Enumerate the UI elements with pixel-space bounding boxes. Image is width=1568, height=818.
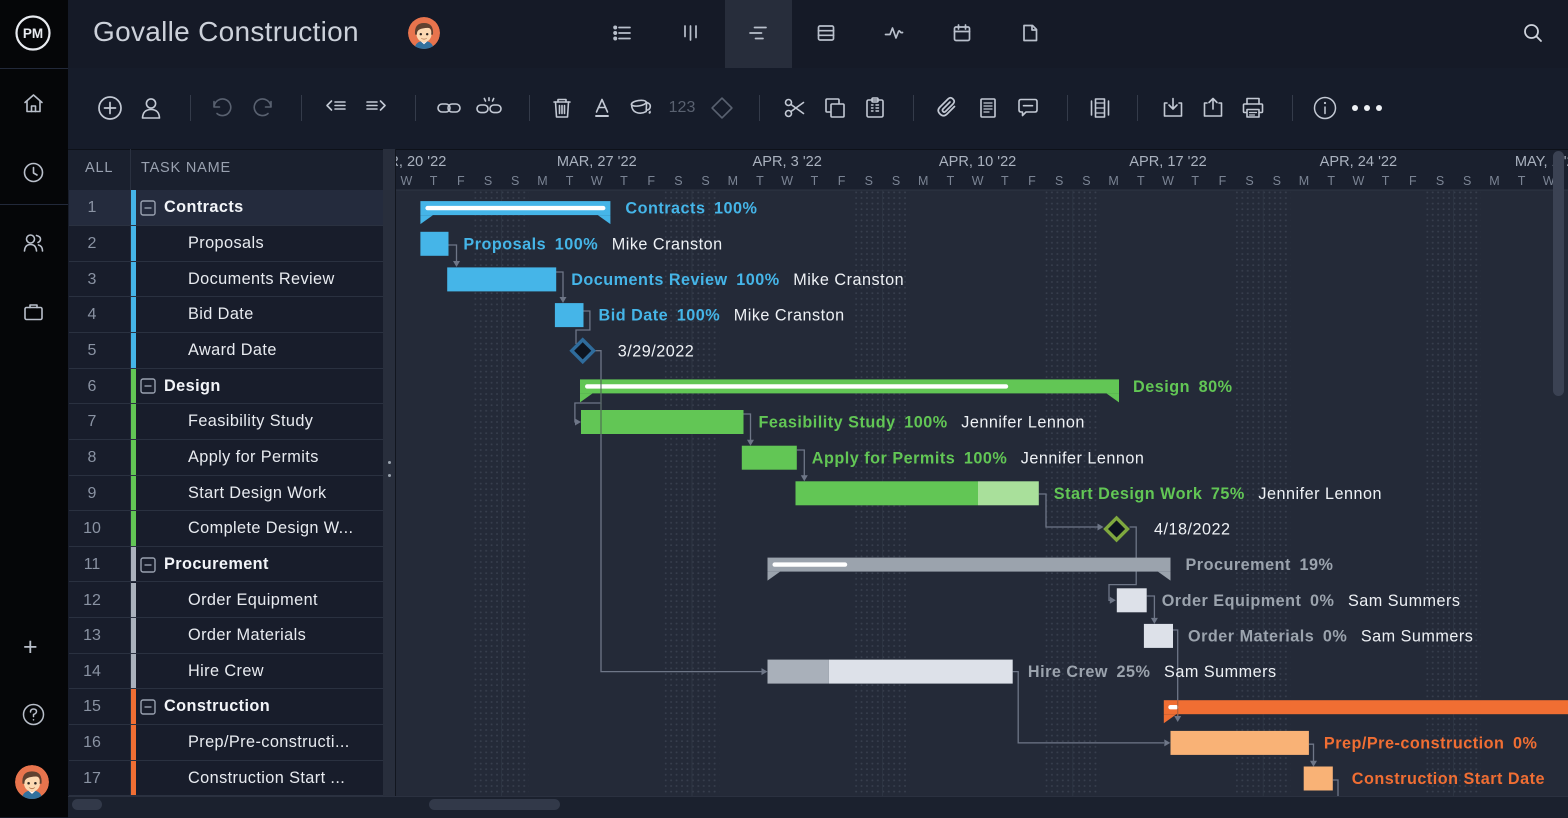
- svg-text:T: T: [1327, 174, 1335, 188]
- svg-text:Order Equipment 0% Sam Summer: Order Equipment 0% Sam Summers: [1162, 592, 1461, 610]
- svg-text:Contracts 100%: Contracts 100%: [625, 200, 757, 218]
- svg-text:T: T: [566, 174, 574, 188]
- svg-text:M: M: [1108, 174, 1118, 188]
- svg-text:MAR, 27 '22: MAR, 27 '22: [557, 154, 637, 170]
- svg-text:Feasibility Study 100% Jennif: Feasibility Study 100% Jennifer Lennon: [759, 414, 1085, 432]
- svg-text:Hire Crew 25% Sam Summers: Hire Crew 25% Sam Summers: [1028, 663, 1277, 681]
- svg-text:M: M: [918, 174, 928, 188]
- svg-text:M: M: [1489, 174, 1499, 188]
- svg-text:T: T: [947, 174, 955, 188]
- svg-text:Bid Date 100% Mike Cranston: Bid Date 100% Mike Cranston: [599, 307, 845, 325]
- svg-text:APR, 24 '22: APR, 24 '22: [1320, 154, 1397, 170]
- svg-text:Construction Start Date: Construction Start Date: [1352, 770, 1545, 788]
- svg-text:T: T: [811, 174, 819, 188]
- svg-text:S: S: [1273, 174, 1281, 188]
- svg-text:W: W: [972, 174, 984, 188]
- svg-text:Proposals 100% Mike Cranston: Proposals 100% Mike Cranston: [463, 235, 722, 253]
- svg-text:W: W: [1352, 174, 1364, 188]
- svg-text:Order Materials 0% Sam Summer: Order Materials 0% Sam Summers: [1188, 628, 1473, 646]
- svg-text:S: S: [1463, 174, 1471, 188]
- svg-text:S: S: [892, 174, 900, 188]
- svg-text:W: W: [400, 174, 412, 188]
- svg-text:S: S: [511, 174, 519, 188]
- svg-text:3/29/2022: 3/29/2022: [618, 342, 695, 360]
- svg-text:T: T: [620, 174, 628, 188]
- svg-text:T: T: [1001, 174, 1009, 188]
- svg-text:S: S: [1055, 174, 1063, 188]
- svg-text:F: F: [1409, 174, 1417, 188]
- svg-text:T: T: [1518, 174, 1526, 188]
- svg-text:F: F: [1219, 174, 1227, 188]
- svg-text:PM: PM: [23, 26, 43, 41]
- svg-text:T: T: [756, 174, 764, 188]
- svg-text:APR, 3 '22: APR, 3 '22: [753, 154, 822, 170]
- svg-text:F: F: [457, 174, 465, 188]
- svg-text:S: S: [1436, 174, 1444, 188]
- svg-text:F: F: [838, 174, 846, 188]
- svg-text:S: S: [484, 174, 492, 188]
- svg-text:W: W: [1162, 174, 1174, 188]
- svg-text:Apply for Permits 100% Jennif: Apply for Permits 100% Jennifer Lennon: [812, 449, 1145, 467]
- svg-text:W: W: [591, 174, 603, 188]
- svg-text:M: M: [537, 174, 547, 188]
- svg-text:F: F: [1028, 174, 1036, 188]
- svg-text:M: M: [728, 174, 738, 188]
- svg-text:Design 80%: Design 80%: [1133, 378, 1232, 396]
- svg-text:S: S: [865, 174, 873, 188]
- svg-text:W: W: [781, 174, 793, 188]
- svg-text:Documents Review 100% Mike Cr: Documents Review 100% Mike Cranston: [571, 271, 904, 289]
- svg-text:APR, 17 '22: APR, 17 '22: [1129, 154, 1206, 170]
- svg-text:S: S: [701, 174, 709, 188]
- svg-text:4/18/2022: 4/18/2022: [1154, 521, 1231, 539]
- svg-text:Procurement 19%: Procurement 19%: [1186, 556, 1334, 574]
- svg-text:APR, 10 '22: APR, 10 '22: [939, 154, 1016, 170]
- svg-text:M: M: [1299, 174, 1309, 188]
- svg-text:Prep/Pre-construction 0%: Prep/Pre-construction 0%: [1324, 735, 1538, 753]
- svg-text:Start Design Work 75% Jennife: Start Design Work 75% Jennifer Lennon: [1054, 485, 1382, 503]
- svg-text:S: S: [1245, 174, 1253, 188]
- svg-text:S: S: [674, 174, 682, 188]
- svg-text:T: T: [1382, 174, 1390, 188]
- svg-text:S: S: [1082, 174, 1090, 188]
- svg-text:T: T: [1137, 174, 1145, 188]
- svg-text:T: T: [430, 174, 438, 188]
- svg-text:T: T: [1191, 174, 1199, 188]
- svg-text:F: F: [647, 174, 655, 188]
